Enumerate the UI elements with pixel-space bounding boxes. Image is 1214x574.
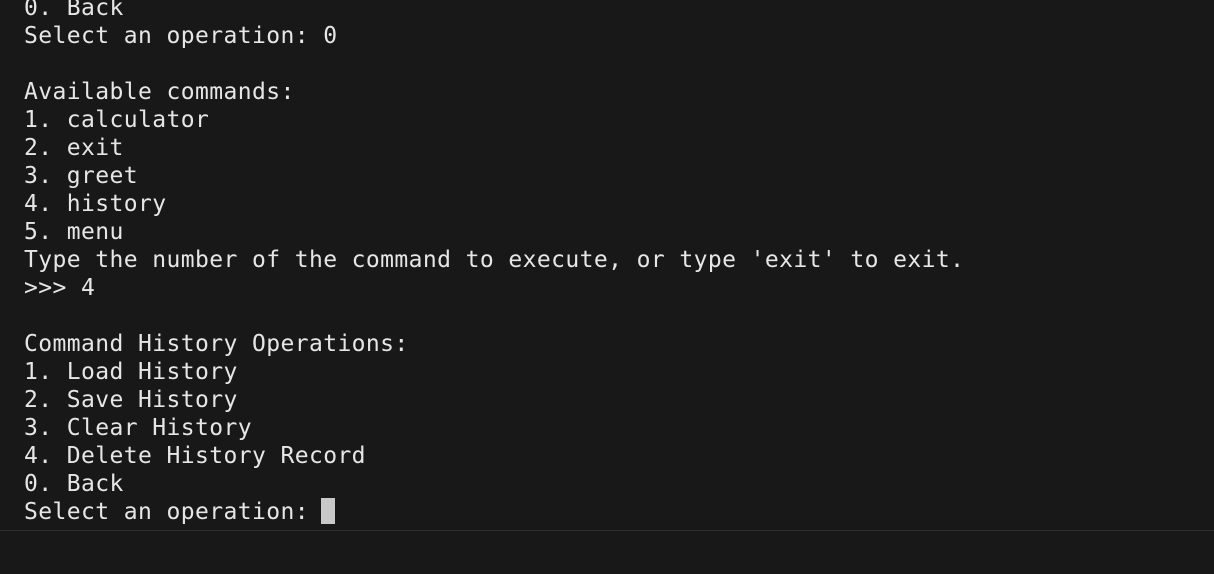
terminal-line: 1. calculator (24, 107, 210, 133)
terminal-line: 2. Save History (24, 387, 238, 413)
terminal-line: Available commands: (24, 79, 295, 105)
terminal-lines: 0. Back Select an operation: 0 Available… (24, 0, 964, 526)
terminal-line: >>> 4 (24, 275, 96, 301)
terminal-line: 0. Back (24, 471, 124, 497)
terminal-line: 2. exit (24, 135, 124, 161)
terminal-prompt-line[interactable]: Select an operation: (24, 498, 964, 526)
terminal-line: 1. Load History (24, 359, 238, 385)
terminal-line: 3. Clear History (24, 415, 252, 441)
terminal-line: Type the number of the command to execut… (24, 247, 965, 273)
bottom-panel (0, 531, 1214, 574)
terminal-line: Select an operation: 0 (24, 23, 338, 49)
terminal-line: 0. Back (24, 0, 124, 21)
text-cursor[interactable] (320, 498, 335, 524)
terminal-prompt: Select an operation: (24, 499, 309, 525)
terminal-line: 4. Delete History Record (24, 443, 366, 469)
terminal-line: 3. greet (24, 163, 138, 189)
terminal-line: 5. menu (24, 219, 124, 245)
terminal-line: Command History Operations: (24, 331, 409, 357)
terminal-line: 4. history (24, 191, 167, 217)
terminal-output[interactable]: 0. Back Select an operation: 0 Available… (0, 0, 1214, 530)
